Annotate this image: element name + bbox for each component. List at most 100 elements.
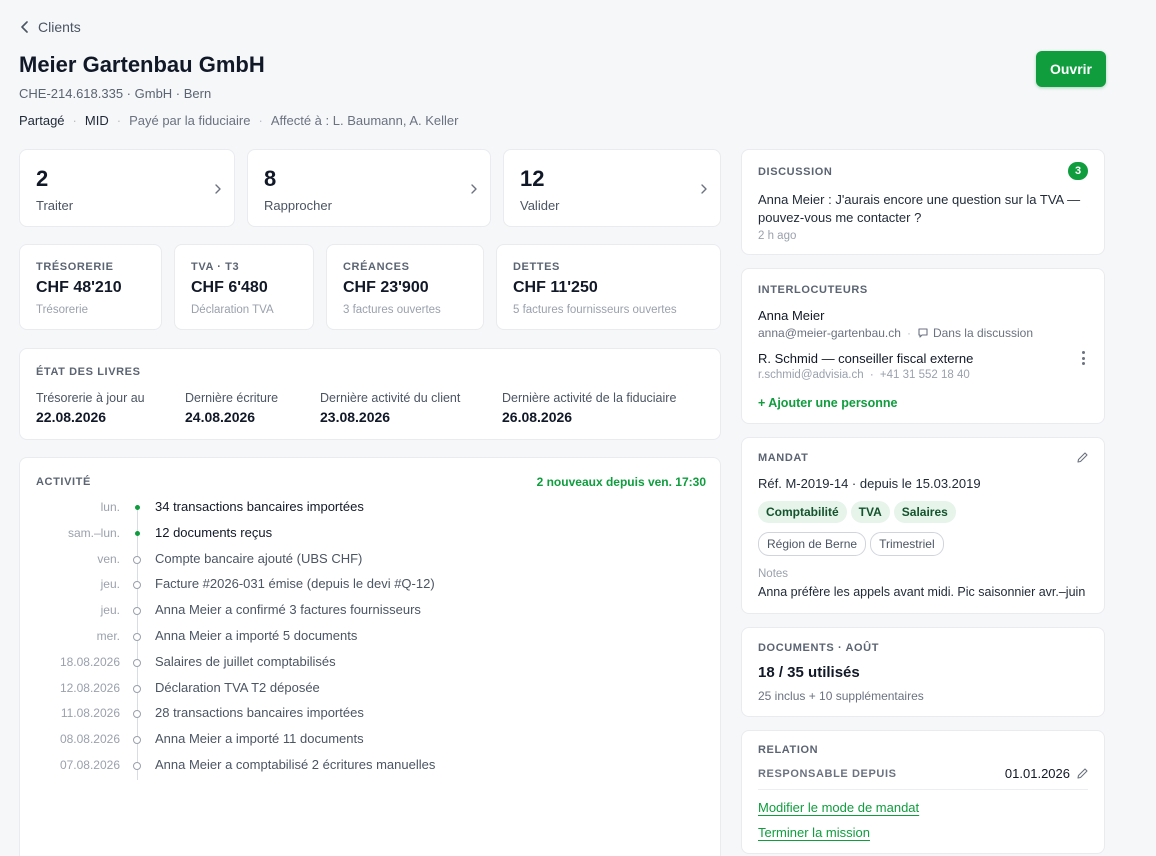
activity-date: lun.: [100, 500, 120, 514]
activity-text: Compte bancaire ajouté (UBS CHF): [155, 550, 363, 566]
activity-title: ACTIVITÉ: [36, 476, 91, 488]
activity-new-count[interactable]: 2 nouveaux depuis ven. 17:30: [537, 475, 706, 489]
responsible-since-label: RESPONSABLE DEPUIS: [758, 768, 897, 780]
page-subtitle: CHE-214.618.335 · GmbH · Bern: [19, 86, 212, 101]
activity-text: Anna Meier a comptabilisé 2 écritures ma…: [155, 757, 436, 772]
activity-text: Anna Meier a importé 11 documents: [155, 731, 364, 747]
kpi-sub: Déclaration TVA: [191, 304, 274, 316]
books-item-label: Trésorerie à jour au: [36, 391, 145, 405]
activity-item: jeu. Anna Meier a confirmé 3 factures fou…: [20, 601, 700, 621]
tag-chip: Trimestriel: [870, 532, 944, 556]
activity-date: sam.–lun.: [67, 525, 120, 540]
activity-date: 07.08.2026: [59, 758, 120, 772]
activity-item: mer. Anna Meier a importé 5 documents: [20, 627, 700, 647]
activity-date: jeu.: [100, 577, 120, 592]
discussion-card[interactable]: DISCUSSION 3 Anna Meier : J'aurais encor…: [741, 149, 1105, 255]
unread-badge: 3: [1068, 162, 1088, 180]
meta-billing: Payé par la fiduciaire: [129, 113, 251, 128]
relation-title: RELATION: [758, 744, 819, 756]
books-item-value: 24.08.2026: [185, 409, 256, 425]
chevron-right-icon: [701, 184, 707, 194]
new-dot-icon: [135, 505, 140, 510]
contact-phone: +41 31 552 18 40: [879, 369, 970, 381]
kpi-receivables: CRÉANCES CHF 23'900 3 factures ouvertes: [326, 244, 484, 330]
separator: ·: [116, 113, 122, 128]
activity-date: ven.: [97, 551, 120, 566]
contact-name: R. Schmid — conseiller fiscal externe: [758, 351, 974, 366]
activity-date: jeu.: [100, 603, 120, 618]
contact-email[interactable]: anna@meier-gartenbau.ch: [758, 326, 901, 340]
mandate-tags-primary: Comptabilité TVA Salaires: [758, 501, 960, 523]
more-options-icon[interactable]: [1082, 351, 1086, 365]
task-label: Rapprocher: [264, 198, 332, 213]
tag-chip: TVA: [850, 501, 890, 523]
activity-text: Anna Meier a confirmé 3 factures fournis…: [155, 602, 421, 618]
activity-item: 11.08.2026 28 transactions bancaires impo…: [20, 704, 700, 724]
timeline-dot-icon: [133, 658, 141, 667]
timeline-dot-icon: [133, 710, 141, 719]
task-card-process[interactable]: 2 Traiter: [19, 149, 235, 227]
relation-card: RELATION RESPONSABLE DEPUIS 01.01.2026 M…: [741, 730, 1105, 854]
add-person-button[interactable]: + Ajouter une personne: [758, 396, 898, 410]
books-item-label: Dernière activité de la fiduciaire: [502, 391, 677, 405]
contact-details: anna@meier-gartenbau.ch · Dans la discus…: [758, 326, 1033, 340]
task-count: 12: [520, 166, 545, 191]
activity-text: Déclaration TVA T2 déposée: [155, 679, 320, 695]
mandate-card: MANDAT Réf. M-2019-14 · depuis le 15.03.…: [741, 437, 1105, 614]
kpi-value: CHF 11'250: [513, 279, 598, 296]
back-link[interactable]: Clients: [20, 19, 81, 35]
mandate-title: MANDAT: [758, 452, 809, 464]
activity-date: 18.08.2026: [59, 654, 120, 669]
kpi-caption: TVA · T3: [191, 261, 240, 273]
task-card-validate[interactable]: 12 Valider: [503, 149, 721, 227]
end-mission-link[interactable]: Terminer la mission: [758, 825, 870, 840]
contact-details: r.schmid@advisia.ch · +41 31 552 18 40: [758, 369, 970, 381]
books-item-value: 26.08.2026: [502, 409, 573, 425]
pencil-icon[interactable]: [1076, 451, 1089, 464]
activity-item: 07.08.2026 Anna Meier a comptabilisé 2 éc…: [20, 756, 700, 776]
task-count: 8: [264, 166, 277, 191]
contact-name: Anna Meier: [758, 308, 825, 323]
pencil-icon[interactable]: [1076, 767, 1089, 780]
activity-text: 12 documents reçus: [155, 524, 273, 540]
activity-date: 11.08.2026: [60, 706, 120, 721]
meta-tier: MID: [84, 113, 109, 128]
separator: ·: [906, 326, 911, 340]
chat-bubble-icon: [918, 328, 928, 338]
separator: ·: [72, 113, 77, 128]
task-card-reconcile[interactable]: 8 Rapprocher: [247, 149, 491, 227]
activity-item: 18.08.2026 Salaires de juillet comptabili…: [20, 653, 700, 673]
activity-text: 28 transactions bancaires importées: [155, 705, 364, 721]
meta-sharing: Partagé: [19, 113, 65, 128]
activity-date: mer.: [96, 629, 120, 643]
task-label: Traiter: [36, 198, 74, 213]
books-status-card: ÉTAT DES LIVRES Trésorerie à jour au 22.…: [19, 348, 721, 440]
tag-chip: Salaires: [893, 501, 956, 523]
open-button[interactable]: Ouvrir: [1036, 51, 1106, 87]
activity-text: Anna Meier a importé 5 documents: [155, 628, 358, 643]
separator: ·: [869, 369, 874, 381]
books-item: Dernière activité de la fiduciaire 26.08…: [502, 391, 676, 425]
activity-item: sam.–lun. 12 documents reçus: [20, 524, 700, 544]
kpi-value: CHF 23'900: [343, 279, 429, 296]
books-item: Dernière activité du client 23.08.2026: [320, 391, 460, 425]
kpi-sub: 3 factures ouvertes: [343, 304, 441, 316]
books-item: Dernière écriture 24.08.2026: [185, 391, 278, 425]
mandate-ref: Réf. M-2019-14 · depuis le 15.03.2019: [758, 476, 981, 491]
new-dot-icon: [135, 530, 140, 536]
contact-email[interactable]: r.schmid@advisia.ch: [758, 369, 864, 381]
modify-mandate-link[interactable]: Modifier le mode de mandat: [758, 800, 919, 815]
documents-title: DOCUMENTS · AOÛT: [758, 642, 880, 654]
notes-label: Notes: [758, 568, 789, 580]
books-item-label: Dernière écriture: [185, 391, 279, 405]
activity-item: lun. 34 transactions bancaires importées: [20, 498, 700, 518]
books-item-label: Dernière activité du client: [320, 391, 461, 405]
discussion-title: DISCUSSION: [758, 166, 833, 178]
documents-card: DOCUMENTS · AOÛT 18 / 35 utilisés 25 inc…: [741, 627, 1105, 717]
kpi-caption: CRÉANCES: [343, 261, 410, 273]
activity-date: 08.08.2026: [59, 732, 120, 747]
mandate-tags-secondary: Région de Berne Trimestriel: [758, 532, 948, 556]
kpi-treasury: TRÉSORERIE CHF 48'210 Trésorerie: [19, 244, 162, 330]
tag-chip: Comptabilité: [758, 501, 847, 523]
kpi-vat: TVA · T3 CHF 6'480 Déclaration TVA: [174, 244, 314, 330]
